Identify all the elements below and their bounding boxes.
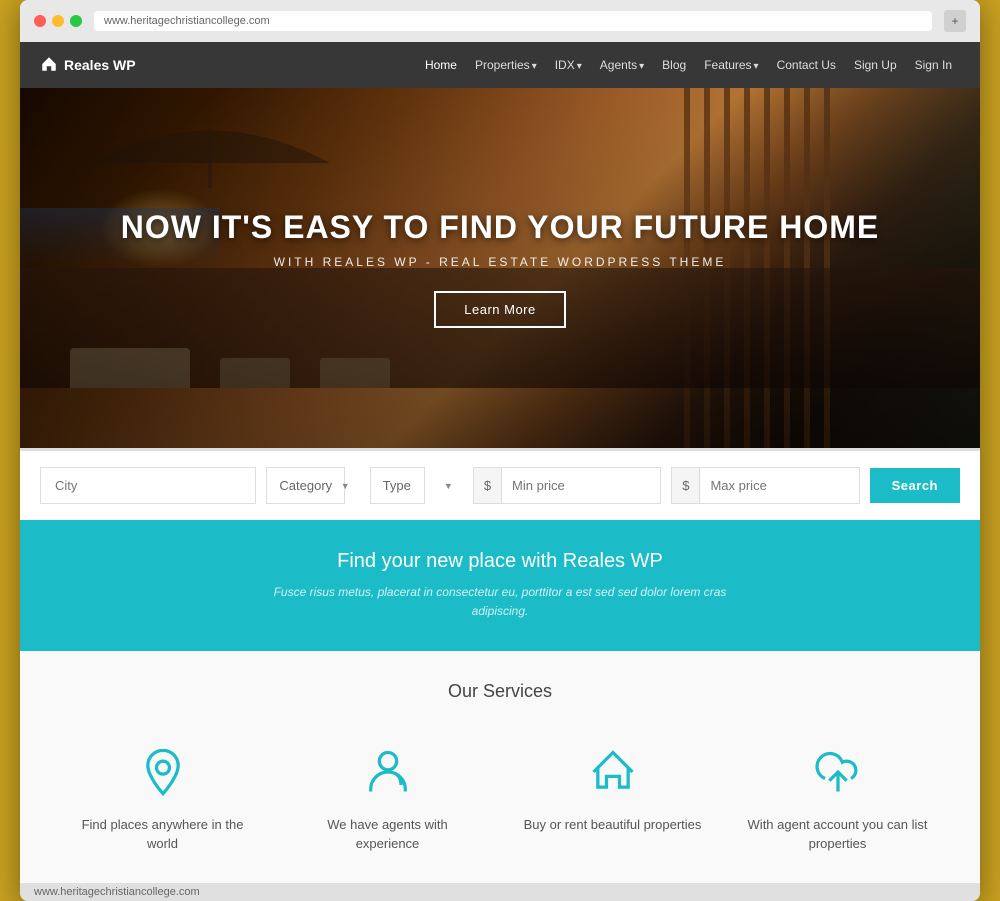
service-item-house: Buy or rent beautiful properties	[510, 732, 715, 862]
nav-home[interactable]: Home	[417, 52, 465, 78]
brand-name: Reales WP	[64, 57, 136, 73]
status-url: www.heritagechristiancollege.com	[34, 886, 200, 898]
nav-signup[interactable]: Sign Up	[846, 52, 905, 78]
type-wrapper: Type	[370, 467, 463, 504]
hero-content: NOW IT'S EASY TO FIND YOUR FUTURE HOME W…	[81, 208, 920, 327]
min-price-input[interactable]	[502, 468, 661, 503]
minimize-button[interactable]	[52, 15, 64, 27]
services-title: Our Services	[60, 681, 940, 702]
service-label-location: Find places anywhere in the world	[70, 816, 255, 852]
house-icon	[583, 742, 643, 802]
brand-logo[interactable]: Reales WP	[40, 55, 136, 76]
type-select[interactable]: Type	[370, 467, 425, 504]
nav-blog[interactable]: Blog	[654, 52, 694, 78]
learn-more-button[interactable]: Learn More	[434, 291, 565, 328]
address-bar[interactable]: www.heritagechristiancollege.com	[94, 11, 932, 31]
navbar-links: Home Properties▾ IDX▾ Agents▾ Blog Featu…	[417, 52, 960, 78]
category-wrapper: Category	[266, 467, 359, 504]
location-pin-icon	[133, 742, 193, 802]
expand-button[interactable]: +	[944, 10, 966, 32]
nav-properties[interactable]: Properties▾	[467, 52, 545, 78]
services-grid: Find places anywhere in the world We hav…	[60, 732, 940, 862]
service-item-agents: We have agents with experience	[285, 732, 490, 862]
service-item-location: Find places anywhere in the world	[60, 732, 265, 862]
nav-agents[interactable]: Agents▾	[592, 52, 652, 78]
status-bar: www.heritagechristiancollege.com	[20, 883, 980, 901]
navbar: Reales WP Home Properties▾ IDX▾ Agents▾ …	[20, 42, 980, 88]
close-button[interactable]	[34, 15, 46, 27]
teal-banner: Find your new place with Reales WP Fusce…	[20, 520, 980, 651]
teal-banner-subtitle: Fusce risus metus, placerat in consectet…	[250, 583, 750, 621]
maximize-button[interactable]	[70, 15, 82, 27]
teal-banner-title: Find your new place with Reales WP	[60, 550, 940, 573]
hero-section: NOW IT'S EASY TO FIND YOUR FUTURE HOME W…	[20, 88, 980, 448]
search-button[interactable]: Search	[870, 468, 960, 503]
max-price-group: $	[671, 467, 859, 504]
max-currency-symbol: $	[672, 468, 700, 503]
nav-contact[interactable]: Contact Us	[769, 52, 844, 78]
browser-chrome: www.heritagechristiancollege.com +	[20, 0, 980, 42]
service-label-upload: With agent account you can list properti…	[745, 816, 930, 852]
nav-features[interactable]: Features▾	[696, 52, 766, 78]
service-label-house: Buy or rent beautiful properties	[520, 816, 705, 834]
category-select[interactable]: Category	[266, 467, 345, 504]
service-label-agents: We have agents with experience	[295, 816, 480, 852]
agent-person-icon	[358, 742, 418, 802]
hero-title: NOW IT'S EASY TO FIND YOUR FUTURE HOME	[121, 208, 880, 246]
max-price-input[interactable]	[700, 468, 859, 503]
min-price-group: $	[473, 467, 661, 504]
min-currency-symbol: $	[474, 468, 502, 503]
service-item-upload: With agent account you can list properti…	[735, 732, 940, 862]
house-icon	[40, 55, 58, 76]
city-input[interactable]	[40, 467, 256, 504]
nav-idx[interactable]: IDX▾	[547, 52, 590, 78]
cloud-upload-icon	[808, 742, 868, 802]
search-bar: Category Type $ $ Search	[20, 448, 980, 520]
hero-subtitle: WITH REALES WP - REAL ESTATE WORDPRESS T…	[121, 255, 880, 269]
nav-signin[interactable]: Sign In	[907, 52, 960, 78]
traffic-lights	[34, 15, 82, 27]
services-section: Our Services Find places anywhere in the…	[20, 651, 980, 882]
browser-window: www.heritagechristiancollege.com + Reale…	[20, 0, 980, 901]
